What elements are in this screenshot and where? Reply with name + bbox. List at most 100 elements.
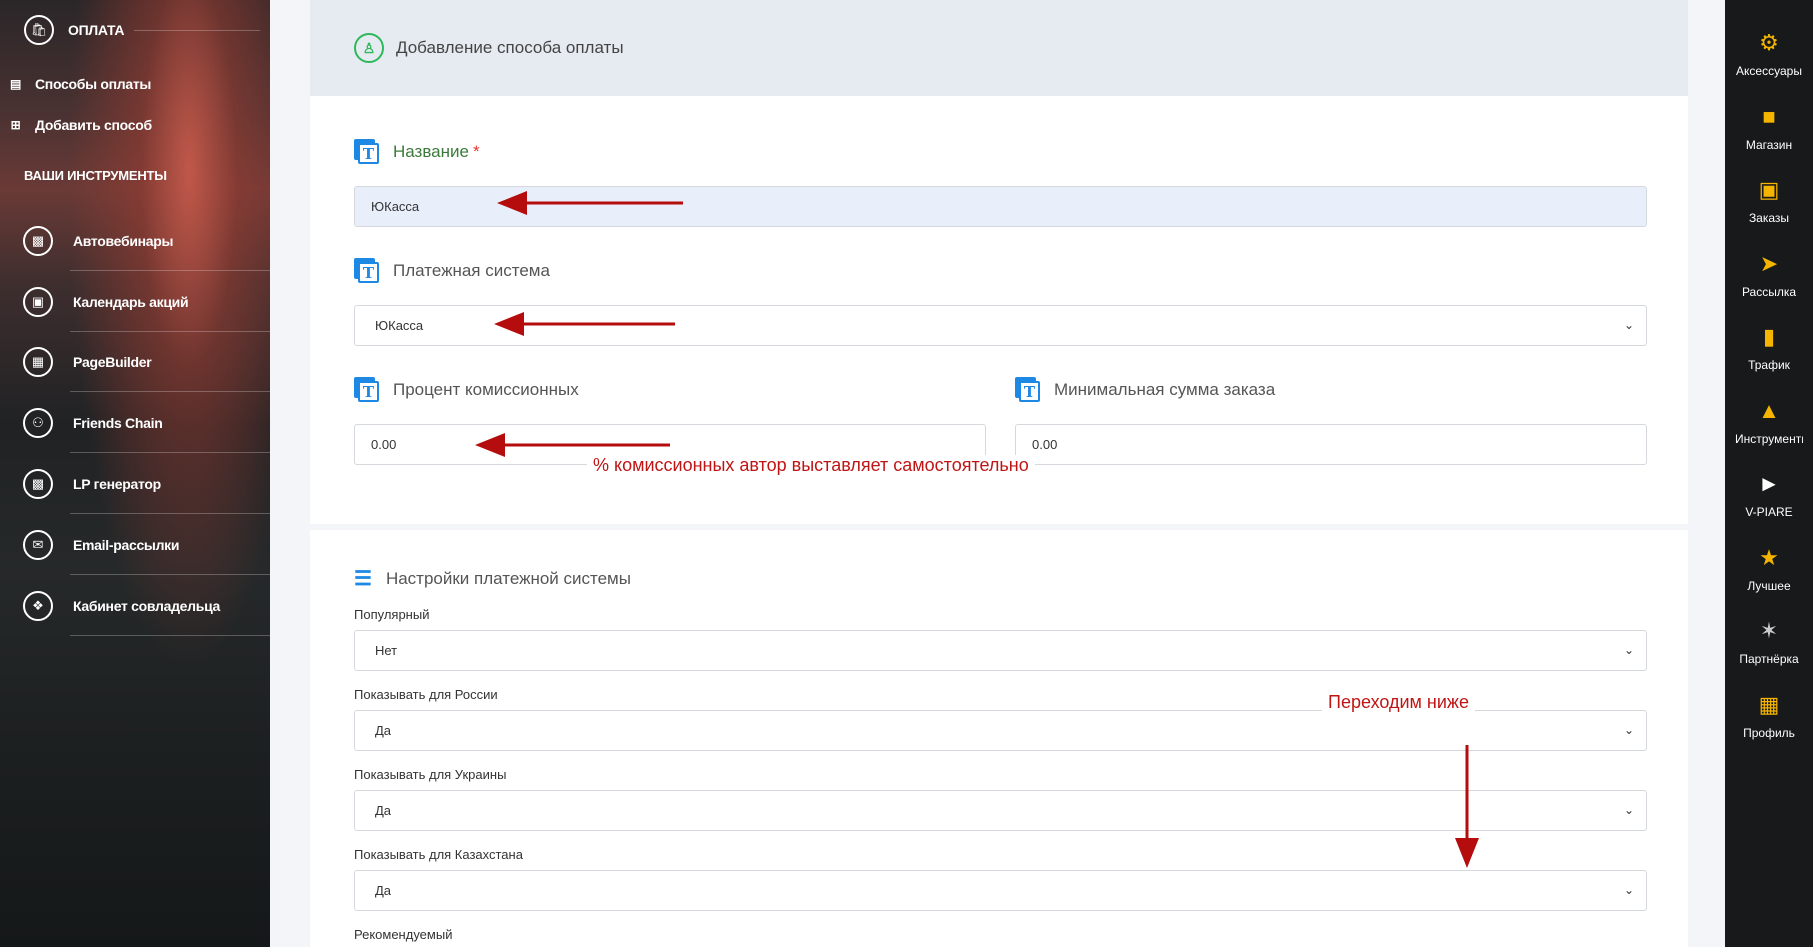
russia-value: Да bbox=[375, 723, 392, 738]
payment-system-value: ЮКасса bbox=[375, 318, 424, 333]
payment-system-label: T Платежная система bbox=[354, 258, 550, 283]
sidebar-item-payment-methods[interactable]: ▤ Способы оплаты bbox=[8, 76, 151, 92]
sidebar-item-pagebuilder[interactable]: ▦ PageBuilder bbox=[0, 332, 270, 392]
sidebar-header[interactable]: 🛍 ОПЛАТА bbox=[0, 10, 270, 50]
settings-title-text: Настройки платежной системы bbox=[385, 568, 631, 588]
handshake-icon: ❖ bbox=[23, 591, 53, 621]
payment-system-select[interactable]: ЮКасса ⌄ bbox=[354, 305, 1647, 346]
chevron-down-icon: ⌄ bbox=[1623, 883, 1634, 897]
rightbar-item-traffic[interactable]: ▮ Трафик bbox=[1725, 302, 1813, 375]
ukraine-label: Показывать для Украины bbox=[354, 767, 507, 782]
divider bbox=[70, 574, 270, 575]
sidebar-item-lp-generator[interactable]: ▩ LP генератор bbox=[0, 454, 270, 514]
shop-icon: ■ bbox=[1762, 104, 1776, 129]
min-sum-label-text: Минимальная сумма заказа bbox=[1054, 379, 1276, 399]
lp-icon: ▩ bbox=[23, 469, 53, 499]
partner-icon: ✶ bbox=[1759, 618, 1779, 643]
min-sum-input[interactable]: 0.00 bbox=[1015, 424, 1647, 465]
divider bbox=[70, 513, 270, 514]
plus-icon: ⊞ bbox=[10, 118, 21, 132]
sidebar-item-label: Email-рассылки bbox=[73, 537, 180, 553]
text-field-icon: T bbox=[354, 139, 379, 164]
mailing-icon: ➤ bbox=[1759, 251, 1779, 276]
sidebar-item-label: Способы оплаты bbox=[35, 76, 152, 92]
commission-label-text: Процент комиссионных bbox=[393, 379, 579, 399]
sidebar-item-label: LP генератор bbox=[73, 476, 161, 492]
rightbar-item-shop[interactable]: ■ Магазин bbox=[1725, 82, 1813, 155]
sidebar-item-friends-chain[interactable]: ⚇ Friends Chain bbox=[0, 393, 270, 453]
text-field-icon: T bbox=[354, 377, 379, 402]
friends-icon: ⚇ bbox=[23, 408, 53, 438]
rightbar-item-profile[interactable]: ▦ Профиль bbox=[1725, 670, 1813, 743]
rightbar-item-orders[interactable]: ▣ Заказы bbox=[1725, 155, 1813, 228]
popular-label: Популярный bbox=[354, 607, 430, 622]
sidebar-section-title: ВАШИ ИНСТРУМЕНТЫ bbox=[24, 168, 167, 183]
profile-icon: ▦ bbox=[1758, 692, 1780, 717]
page-title: Добавление способа оплаты bbox=[396, 38, 624, 57]
rightbar-label: Аксессуары bbox=[1736, 64, 1802, 78]
text-field-icon: T bbox=[354, 258, 379, 283]
name-label: T Название * bbox=[354, 139, 480, 164]
rightbar-label: Инструменты bbox=[1735, 432, 1803, 446]
rightbar-item-best[interactable]: ★ Лучшее bbox=[1725, 523, 1813, 596]
sidebar-item-label: Добавить способ bbox=[35, 117, 152, 133]
sidebar-item-email[interactable]: ✉ Email-рассылки bbox=[0, 515, 270, 575]
sidebar-item-label: Кабинет совладельца bbox=[73, 598, 221, 614]
rightbar-label: Партнёрка bbox=[1739, 652, 1799, 666]
ukraine-select[interactable]: Да ⌄ bbox=[354, 790, 1647, 831]
right-toolbar: ⚙ Аксессуары ■ Магазин ▣ Заказы ➤ Рассыл… bbox=[1725, 0, 1813, 947]
name-label-text: Название bbox=[393, 141, 469, 161]
rightbar-item-tools[interactable]: ▲ Инструменты bbox=[1725, 376, 1813, 449]
popular-select[interactable]: Нет ⌄ bbox=[354, 630, 1647, 671]
commission-input-value: 0.00 bbox=[371, 437, 397, 452]
sidebar-item-label: PageBuilder bbox=[73, 354, 152, 370]
kazakhstan-label: Показывать для Казахстана bbox=[354, 847, 523, 862]
traffic-icon: ▮ bbox=[1762, 324, 1776, 349]
sidebar-item-calendar[interactable]: ▣ Календарь акций bbox=[0, 272, 270, 332]
rightbar-label: Заказы bbox=[1748, 211, 1790, 225]
email-icon: ✉ bbox=[23, 530, 53, 560]
chevron-down-icon: ⌄ bbox=[1623, 723, 1634, 737]
min-sum-input-value: 0.00 bbox=[1032, 437, 1058, 452]
rightbar-item-partner[interactable]: ✶ Партнёрка bbox=[1725, 596, 1813, 669]
kazakhstan-value: Да bbox=[375, 883, 392, 898]
russia-label: Показывать для России bbox=[354, 687, 498, 702]
sidebar-header-title: ОПЛАТА bbox=[68, 22, 125, 38]
text-field-icon: T bbox=[1015, 377, 1040, 402]
russia-select[interactable]: Да ⌄ bbox=[354, 710, 1647, 751]
calendar-icon: ▣ bbox=[23, 287, 53, 317]
sidebar-item-add-method[interactable]: ⊞ Добавить способ bbox=[8, 117, 152, 133]
sidebar-item-label: Friends Chain bbox=[73, 415, 163, 431]
tools-icon: ▲ bbox=[1758, 398, 1780, 423]
rightbar-label: Лучшее bbox=[1747, 579, 1791, 593]
sidebar-item-coowner[interactable]: ❖ Кабинет совладельца bbox=[0, 576, 270, 636]
pagebuilder-icon: ▦ bbox=[23, 347, 53, 377]
divider bbox=[70, 635, 270, 636]
megaphone-icon: ► bbox=[1758, 471, 1780, 496]
rightbar-item-vpiare[interactable]: ► V-PIARE bbox=[1725, 449, 1813, 522]
recommended-label: Рекомендуемый bbox=[354, 927, 453, 942]
payment-system-label-text: Платежная система bbox=[393, 260, 550, 280]
rightbar-label: Профиль bbox=[1743, 726, 1795, 740]
rightbar-label: Трафик bbox=[1748, 358, 1790, 372]
name-input[interactable]: ЮКасса bbox=[354, 186, 1647, 227]
rightbar-item-accessories[interactable]: ⚙ Аксессуары bbox=[1725, 8, 1813, 81]
divider bbox=[70, 270, 270, 271]
rightbar-item-mailing[interactable]: ➤ Рассылка bbox=[1725, 229, 1813, 302]
orders-icon: ▣ bbox=[1758, 177, 1780, 202]
webinar-icon: ▩ bbox=[23, 226, 53, 256]
chevron-down-icon: ⌄ bbox=[1623, 318, 1634, 332]
ukraine-value: Да bbox=[375, 803, 392, 818]
kazakhstan-select[interactable]: Да ⌄ bbox=[354, 870, 1647, 911]
name-input-value: ЮКасса bbox=[371, 199, 420, 214]
form-header: ♙ Добавление способа оплаты bbox=[310, 0, 1688, 96]
settings-title: ☰ Настройки платежной системы bbox=[354, 566, 631, 591]
left-sidebar: 🛍 ОПЛАТА ▤ Способы оплаты ⊞ Добавить спо… bbox=[0, 0, 270, 947]
chevron-down-icon: ⌄ bbox=[1623, 803, 1634, 817]
accessories-icon: ⚙ bbox=[1759, 30, 1779, 55]
commission-label: T Процент комиссионных bbox=[354, 377, 579, 402]
rightbar-label: Рассылка bbox=[1741, 285, 1797, 299]
bag-icon: 🛍 bbox=[24, 15, 54, 45]
divider bbox=[134, 29, 260, 31]
sidebar-item-autowebinars[interactable]: ▩ Автовебинары bbox=[0, 211, 270, 271]
